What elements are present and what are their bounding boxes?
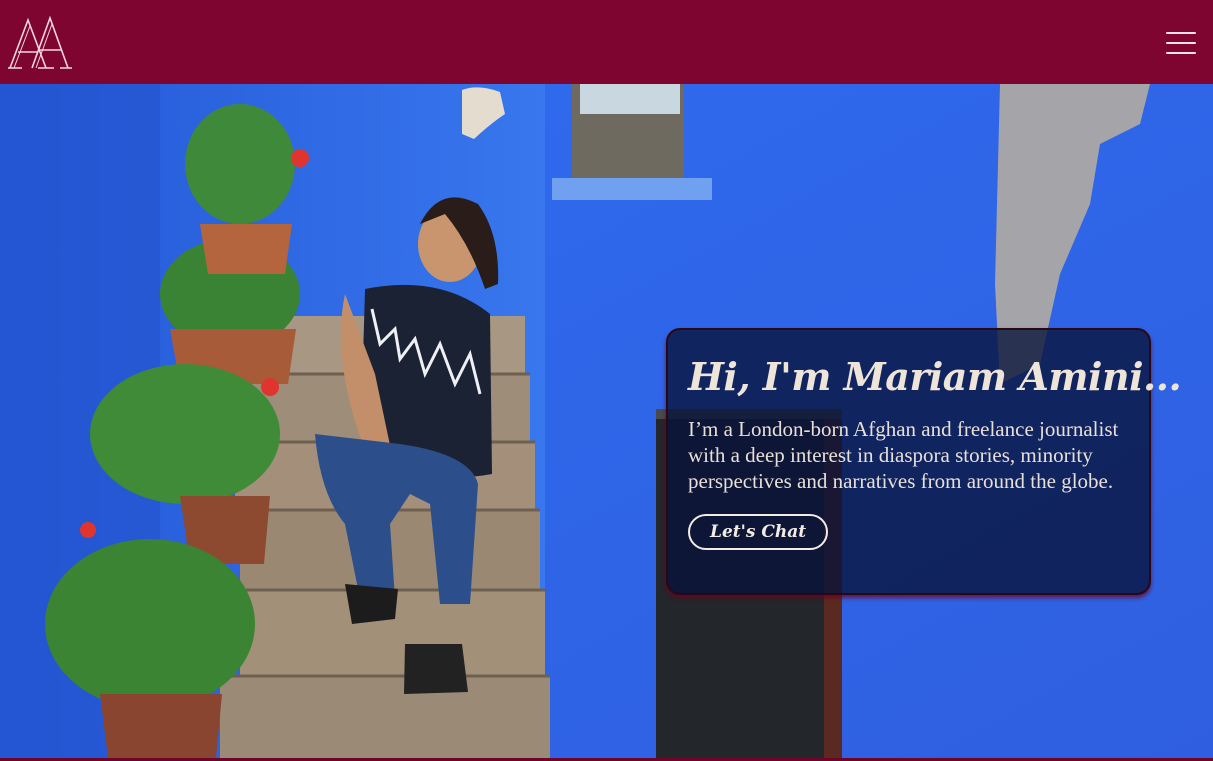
hamburger-line bbox=[1166, 42, 1196, 44]
intro-card: Hi, I'm Mariam Amini... I’m a London-bor… bbox=[666, 328, 1182, 595]
hero-section: Hi, I'm Mariam Amini... I’m a London-bor… bbox=[0, 84, 1213, 758]
hamburger-menu-icon bbox=[1166, 32, 1196, 34]
hero-description: I’m a London-born Afghan and freelance j… bbox=[688, 417, 1119, 493]
logo-text: AA bbox=[8, 14, 10, 15]
hamburger-line bbox=[1166, 52, 1196, 54]
site-logo[interactable]: AA bbox=[8, 14, 72, 70]
hero-title: Hi, I'm Mariam Amini... bbox=[688, 354, 1182, 399]
site-header: AA bbox=[0, 0, 1213, 84]
lets-chat-button[interactable]: Let's Chat bbox=[688, 514, 829, 550]
menu-button[interactable] bbox=[1164, 30, 1198, 56]
